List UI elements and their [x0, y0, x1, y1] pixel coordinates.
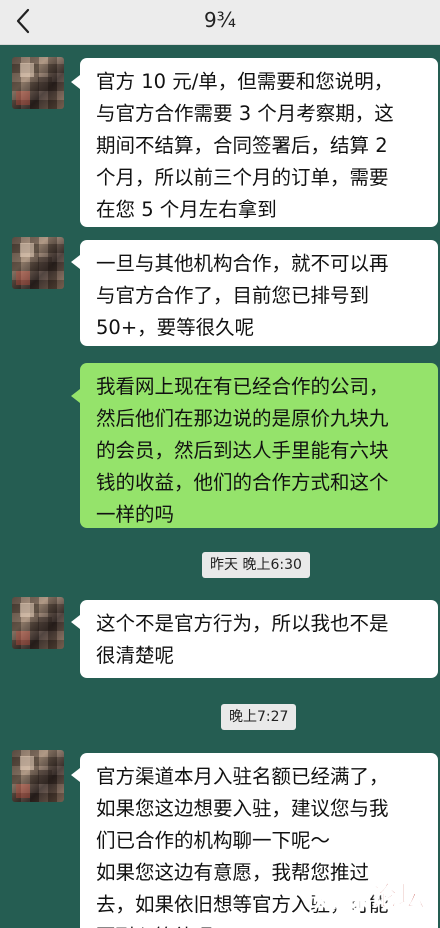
message-bubble-outgoing[interactable]: 我看网上现在有已经合作的公司， 然后他们在那边说的是原价九块九 的会员，然后到达… — [80, 363, 438, 528]
message-bubble[interactable]: 这个不是官方行为，所以我也不是 很清楚呢 — [80, 600, 438, 678]
bubble-tail — [71, 615, 80, 629]
message-list[interactable]: 官方 10 元/单，但需要和您说明， 与官方合作需要 3 个月考察期，这 期间不… — [0, 44, 440, 928]
contact-avatar[interactable] — [12, 57, 64, 109]
bubble-tail — [71, 768, 80, 782]
contact-avatar[interactable] — [12, 750, 64, 802]
chat-title: 9¾ — [203, 8, 237, 32]
contact-avatar[interactable] — [12, 597, 64, 649]
bubble-tail — [71, 389, 80, 403]
watermark-logo: 赚赚论坛 — [314, 882, 426, 914]
bubble-tail — [71, 75, 80, 89]
timestamp-label: 昨天 晚上6:30 — [202, 552, 310, 578]
contact-avatar[interactable] — [12, 237, 64, 289]
message-bubble[interactable]: 一旦与其他机构合作，就不可以再 与官方合作了，目前您已排号到 50+，要等很久呢 — [80, 240, 438, 346]
chat-header: 9¾ — [0, 0, 440, 45]
bubble-tail — [71, 255, 80, 269]
timestamp-label: 晚上7:27 — [221, 704, 297, 730]
message-bubble[interactable]: 官方 10 元/单，但需要和您说明， 与官方合作需要 3 个月考察期，这 期间不… — [80, 58, 438, 227]
